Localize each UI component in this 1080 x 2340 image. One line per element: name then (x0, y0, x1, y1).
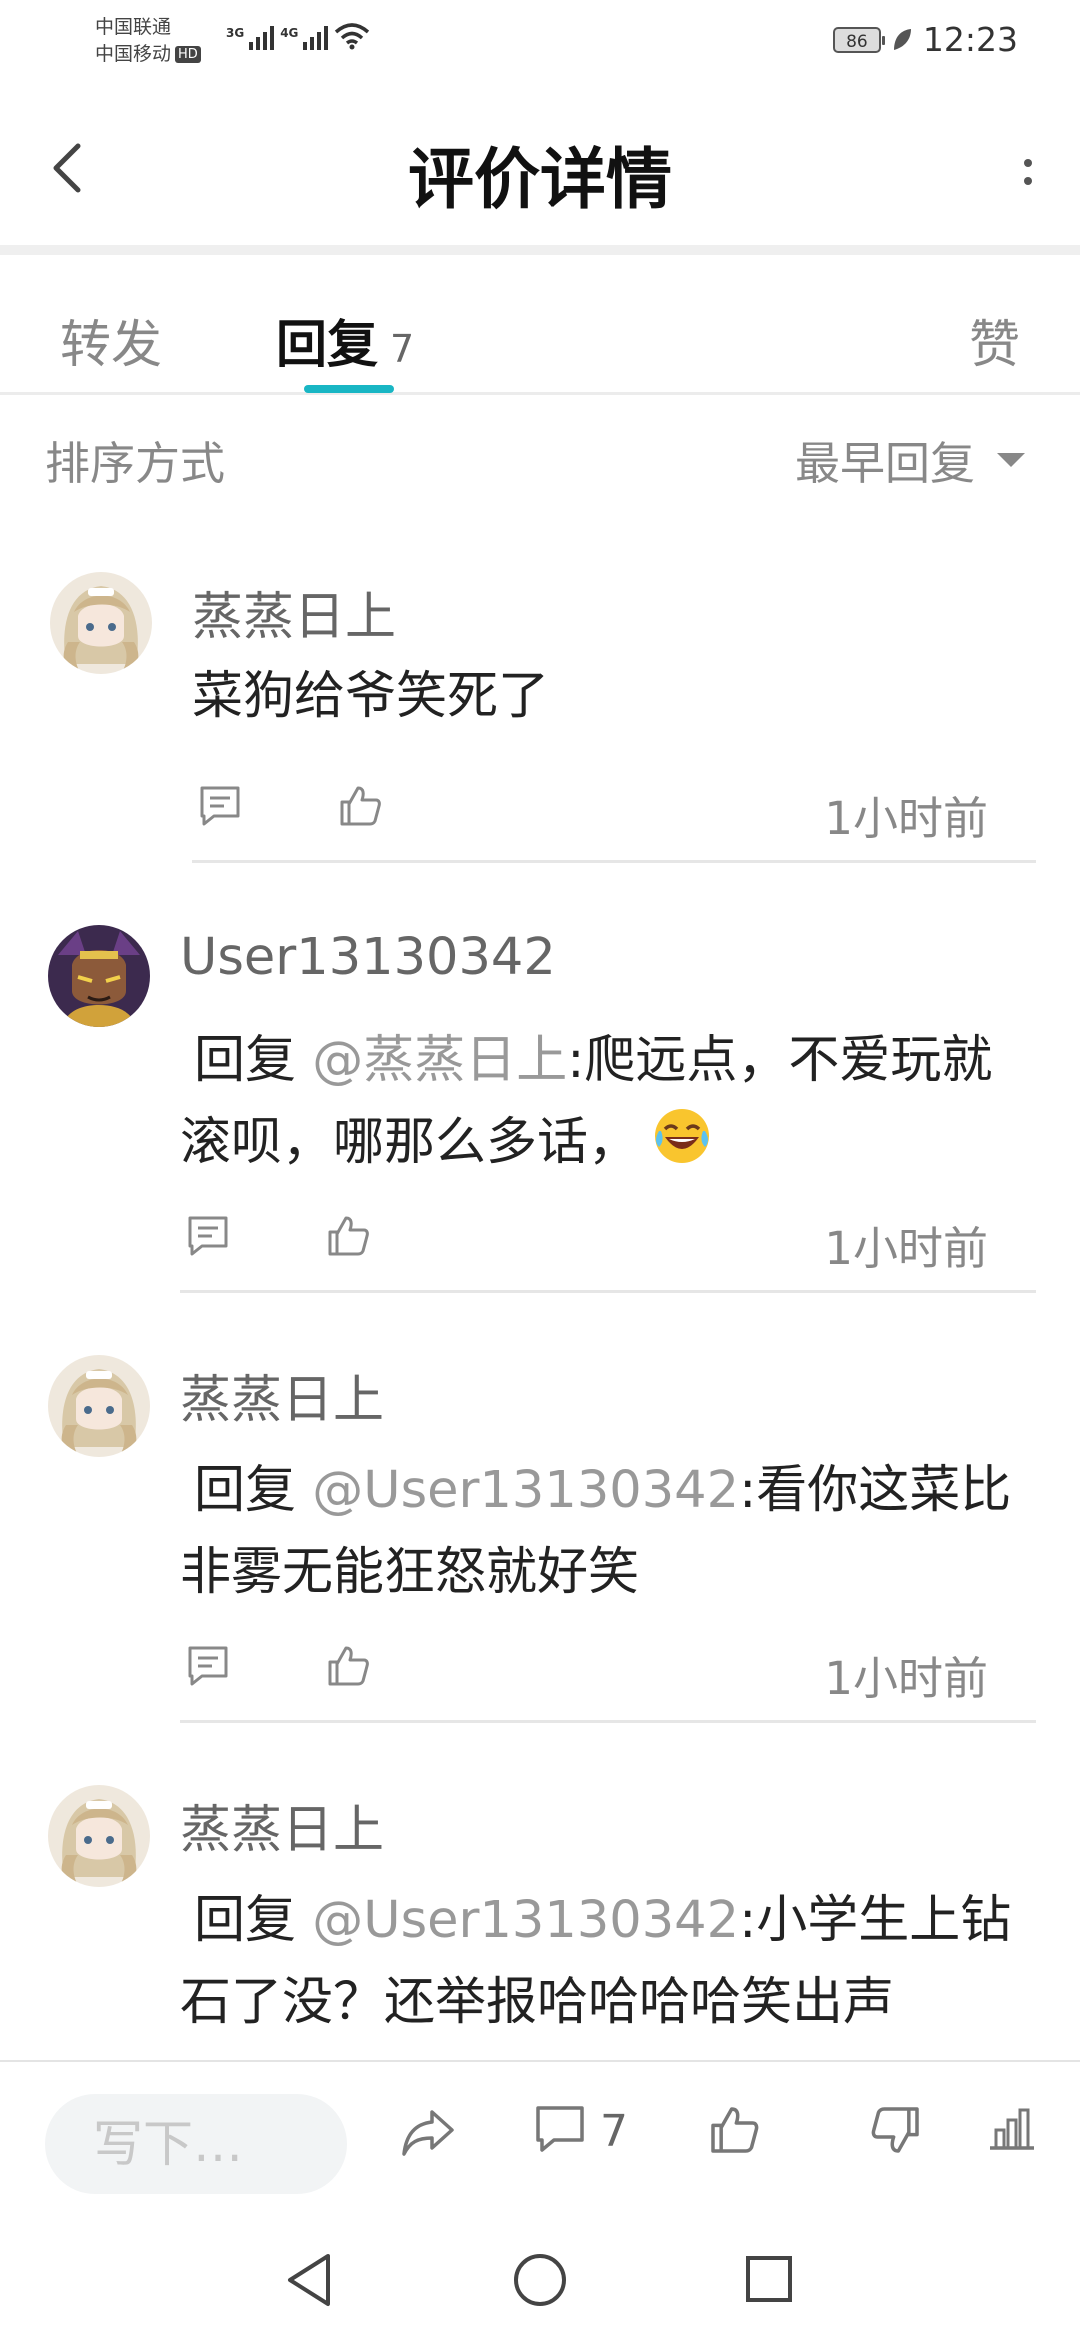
reply-button[interactable] (196, 782, 244, 834)
triangle-back-icon (288, 2254, 330, 2306)
divider (180, 1720, 1036, 1723)
username[interactable]: 蒸蒸日上 (180, 1358, 384, 1432)
avatar-image (50, 572, 152, 674)
comment-actions: 1小时前 (180, 1642, 988, 1705)
tab-reply[interactable]: 回复 7 (276, 303, 414, 377)
divider (180, 1290, 1036, 1293)
clock: 12:23 (922, 20, 1018, 59)
nav-home-button[interactable] (512, 2250, 568, 2314)
thumbs-up-icon (328, 1216, 369, 1256)
square-recents-icon (746, 2256, 792, 2302)
network-type-1: 3G (226, 26, 245, 40)
battery-icon: 86 (832, 26, 885, 53)
stats-button[interactable] (986, 2102, 1038, 2158)
system-nav-bar (0, 2220, 1080, 2340)
comment-actions: 1小时前 (192, 782, 988, 845)
leaf-icon (893, 28, 911, 50)
more-menu-button[interactable] (1016, 142, 1040, 202)
mention-link[interactable]: @蒸蒸日上 (312, 1031, 567, 1090)
downvote-button[interactable] (868, 2102, 924, 2162)
signal-indicators: 3G 4G (226, 22, 370, 50)
thumbs-up-icon (340, 786, 381, 826)
thumbs-down-icon (871, 2107, 919, 2153)
avatar[interactable] (48, 1355, 150, 1457)
carrier-2-row: 中国移动 HD (95, 41, 201, 68)
share-icon (402, 2110, 454, 2156)
comment-actions: 1小时前 (180, 1212, 988, 1275)
avatar[interactable] (48, 1785, 150, 1887)
dropdown-arrow-icon (997, 452, 1025, 467)
like-button[interactable] (324, 1642, 372, 1694)
bar-chart-icon (990, 2108, 1034, 2150)
sort-label: 排序方式 (45, 437, 226, 490)
thumbs-up-icon (328, 1646, 369, 1686)
comment-text: 菜狗给爷笑死了 (192, 667, 550, 726)
reply-prefix: 回复 (194, 1461, 297, 1520)
app-bar: 评价详情 (0, 90, 1080, 255)
thumbs-up-icon (711, 2107, 759, 2153)
carrier-2: 中国移动 (95, 43, 172, 65)
sort-selected-value: 最早回复 (794, 437, 975, 490)
status-right: 86 12:23 (832, 20, 1018, 59)
tab-bar: 转发 回复 7 赞 (0, 255, 1080, 395)
reply-button[interactable] (184, 1642, 232, 1694)
username[interactable]: User13130342 (180, 928, 556, 987)
username[interactable]: 蒸蒸日上 (192, 575, 396, 649)
timestamp: 1小时前 (824, 1222, 988, 1275)
circle-home-icon (514, 2254, 566, 2306)
avatar-image (48, 925, 150, 1027)
like-button[interactable] (336, 782, 384, 834)
laughing-tears-emoji (655, 1109, 710, 1163)
carrier-info: 中国联通 中国移动 HD (95, 14, 201, 68)
sort-bar: 排序方式 最早回复 (0, 395, 1080, 505)
timestamp: 1小时前 (824, 1652, 988, 1705)
comment-icon (536, 2106, 584, 2152)
tab-reply-count: 7 (390, 327, 415, 371)
mention-link[interactable]: @User13130342 (312, 1461, 739, 1520)
tab-like[interactable]: 赞 (969, 303, 1020, 377)
nav-recents-button[interactable] (742, 2250, 796, 2314)
tab-active-indicator (304, 385, 394, 393)
carrier-1: 中国联通 (95, 16, 172, 38)
more-vertical-icon (1024, 159, 1032, 167)
reply-prefix: 回复 (194, 1891, 297, 1950)
nav-back-button[interactable] (282, 2250, 336, 2314)
username[interactable]: 蒸蒸日上 (180, 1788, 384, 1862)
comments-button[interactable] (532, 2102, 588, 2162)
reply-content: :爬远点，不爱玩就滚呗，哪那么多话， (180, 1031, 993, 1172)
tab-forward[interactable]: 转发 (60, 303, 162, 377)
avatar[interactable] (50, 572, 152, 674)
bottom-action-bar: 写下… 7 (0, 2060, 1080, 2220)
reply-button[interactable] (184, 1212, 232, 1264)
like-button[interactable] (324, 1212, 372, 1264)
divider (192, 860, 1036, 863)
upvote-button[interactable] (706, 2102, 762, 2162)
wifi-icon (335, 23, 370, 50)
network-type-2: 4G (280, 26, 299, 40)
signal-1-icon: 3G (226, 26, 275, 50)
timestamp: 1小时前 (824, 792, 988, 845)
comment-icon (188, 1646, 228, 1686)
share-button[interactable] (398, 2102, 458, 2166)
comment-text: 回复 @User13130342:小学生上钻石了没？还举报哈哈哈哈笑出声 (180, 1880, 1040, 2044)
comment-text: 回复 @蒸蒸日上:爬远点，不爱玩就滚呗，哪那么多话， (180, 1020, 1040, 1184)
avatar-image (48, 1785, 150, 1887)
comment-icon (188, 1216, 228, 1256)
comment-count: 7 (600, 2106, 628, 2157)
sort-dropdown[interactable]: 最早回复 (795, 427, 1025, 492)
mention-link[interactable]: @User13130342 (312, 1891, 739, 1950)
comment-icon (200, 786, 240, 826)
signal-2-icon: 4G (280, 26, 329, 50)
tab-reply-label: 回复 (276, 316, 379, 375)
avatar[interactable] (48, 925, 150, 1027)
comment-input[interactable]: 写下… (45, 2094, 347, 2194)
hd-badge: HD (175, 46, 201, 63)
page-title: 评价详情 (408, 141, 672, 218)
status-bar: 中国联通 中国移动 HD 3G 4G 86 12:23 (0, 0, 1080, 90)
reply-prefix: 回复 (194, 1031, 297, 1090)
comment-text: 回复 @User13130342:看你这菜比非雾无能狂怒就好笑 (180, 1450, 1040, 1614)
avatar-image (48, 1355, 150, 1457)
